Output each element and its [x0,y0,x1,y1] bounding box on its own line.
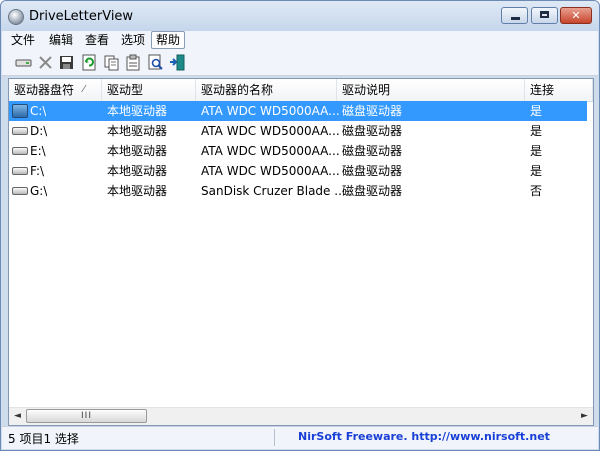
toolbar-copy-button[interactable] [103,54,120,71]
cell-description: 磁盘驱动器 [342,164,403,178]
toolbar-save-button[interactable] [58,54,75,71]
menu-view[interactable]: 查看 [81,32,113,48]
scroll-right-arrow-icon[interactable]: ► [576,408,593,425]
column-header-drive-letter[interactable]: 驱动器盘符 ⁄ [9,79,102,101]
save-icon [60,56,73,69]
cell-connected: 是 [530,124,543,138]
column-header-connected[interactable]: 连接 [525,79,593,101]
drive-icon [12,147,28,155]
cell-drive-letter: E:\ [30,144,46,158]
menu-edit[interactable]: 编辑 [45,32,77,48]
cell-drive-type: 本地驱动器 [107,144,168,158]
title-bar[interactable]: DriveLetterView ✕ [1,1,599,31]
toolbar-find-button[interactable] [147,54,164,71]
minimize-button[interactable] [501,7,528,24]
cell-description: 磁盘驱动器 [342,104,403,118]
menu-help[interactable]: 帮助 [151,31,186,49]
toolbar-delete-button[interactable] [37,54,54,71]
cell-drive-name: ATA WDC WD5000AA... [201,124,340,138]
close-button[interactable]: ✕ [560,7,592,24]
maximize-button[interactable] [531,7,558,24]
cell-drive-name: ATA WDC WD5000AA... [201,144,340,158]
drive-list[interactable]: 驱动器盘符 ⁄ 驱动型 驱动器的名称 驱动说明 连接 C:\ 本地驱动器 ATA… [8,78,594,426]
table-row[interactable]: G:\ 本地驱动器 SanDisk Cruzer Blade ... 磁盘驱动器… [9,181,587,201]
cell-drive-name: SanDisk Cruzer Blade ... [201,184,346,198]
status-item-count: 5 项目1 选择 [8,432,79,446]
toolbar-drive-button[interactable] [15,54,32,71]
table-row[interactable]: E:\ 本地驱动器 ATA WDC WD5000AA... 磁盘驱动器 是 [9,141,587,161]
cell-connected: 是 [530,164,543,178]
minimize-icon [511,17,520,20]
table-row[interactable]: D:\ 本地驱动器 ATA WDC WD5000AA... 磁盘驱动器 是 [9,121,587,141]
toolbar [2,50,598,76]
scrollbar-thumb[interactable]: III [26,409,147,423]
find-icon [148,54,163,70]
column-header-drive-name[interactable]: 驱动器的名称 [196,79,337,101]
maximize-icon [540,11,549,18]
cell-description: 磁盘驱动器 [342,124,403,138]
drive-icon [12,167,28,175]
window-title: DriveLetterView [29,9,134,24]
table-row[interactable]: C:\ 本地驱动器 ATA WDC WD5000AA... 磁盘驱动器 是 [9,101,587,121]
menu-file[interactable]: 文件 [7,32,39,48]
close-icon: ✕ [571,9,581,22]
drive-icon [15,59,32,67]
drive-icon [12,127,28,135]
scroll-left-arrow-icon[interactable]: ◄ [9,408,26,425]
cell-description: 磁盘驱动器 [342,144,403,158]
copy-icon [104,55,119,71]
column-header-drive-type[interactable]: 驱动型 [102,79,196,101]
app-window: DriveLetterView ✕ 文件 编辑 查看 选项 帮助 驱动器盘符 ⁄… [0,0,600,451]
cell-connected: 是 [530,144,543,158]
cell-drive-type: 本地驱动器 [107,104,168,118]
cell-drive-type: 本地驱动器 [107,164,168,178]
usb-drive-icon [12,187,28,195]
refresh-icon [82,54,96,71]
cell-connected: 否 [530,184,543,198]
list-header: 驱动器盘符 ⁄ 驱动型 驱动器的名称 驱动说明 连接 [9,79,593,102]
cell-drive-type: 本地驱动器 [107,184,168,198]
cell-description: 磁盘驱动器 [342,184,403,198]
sort-ascending-icon: ⁄ [83,84,85,95]
cell-drive-type: 本地驱动器 [107,124,168,138]
cell-drive-letter: G:\ [30,184,48,198]
table-row[interactable]: F:\ 本地驱动器 ATA WDC WD5000AA... 磁盘驱动器 是 [9,161,587,181]
properties-icon [126,54,140,71]
column-header-description[interactable]: 驱动说明 [337,79,525,101]
cell-drive-letter: D:\ [30,124,48,138]
system-drive-icon [12,104,28,118]
toolbar-refresh-button[interactable] [81,54,98,71]
cell-connected: 是 [530,104,543,118]
horizontal-scrollbar[interactable]: ◄ III ► [9,407,593,425]
nirsoft-link[interactable]: NirSoft Freeware. http://www.nirsoft.net [298,430,550,443]
cell-drive-name: ATA WDC WD5000AA... [201,164,340,178]
menu-options[interactable]: 选项 [117,32,149,48]
cell-drive-name: ATA WDC WD5000AA... [201,104,340,118]
toolbar-exit-button[interactable] [169,54,186,71]
cell-drive-letter: F:\ [30,164,45,178]
status-bar: 5 项目1 选择 NirSoft Freeware. http://www.ni… [2,426,598,449]
menu-bar: 文件 编辑 查看 选项 帮助 [2,31,598,50]
column-label: 驱动器盘符 [14,83,75,97]
exit-icon [170,54,185,71]
toolbar-properties-button[interactable] [125,54,142,71]
cell-drive-letter: C:\ [30,104,47,118]
delete-x-icon [39,56,52,69]
app-icon [8,9,24,25]
status-divider [274,429,275,446]
